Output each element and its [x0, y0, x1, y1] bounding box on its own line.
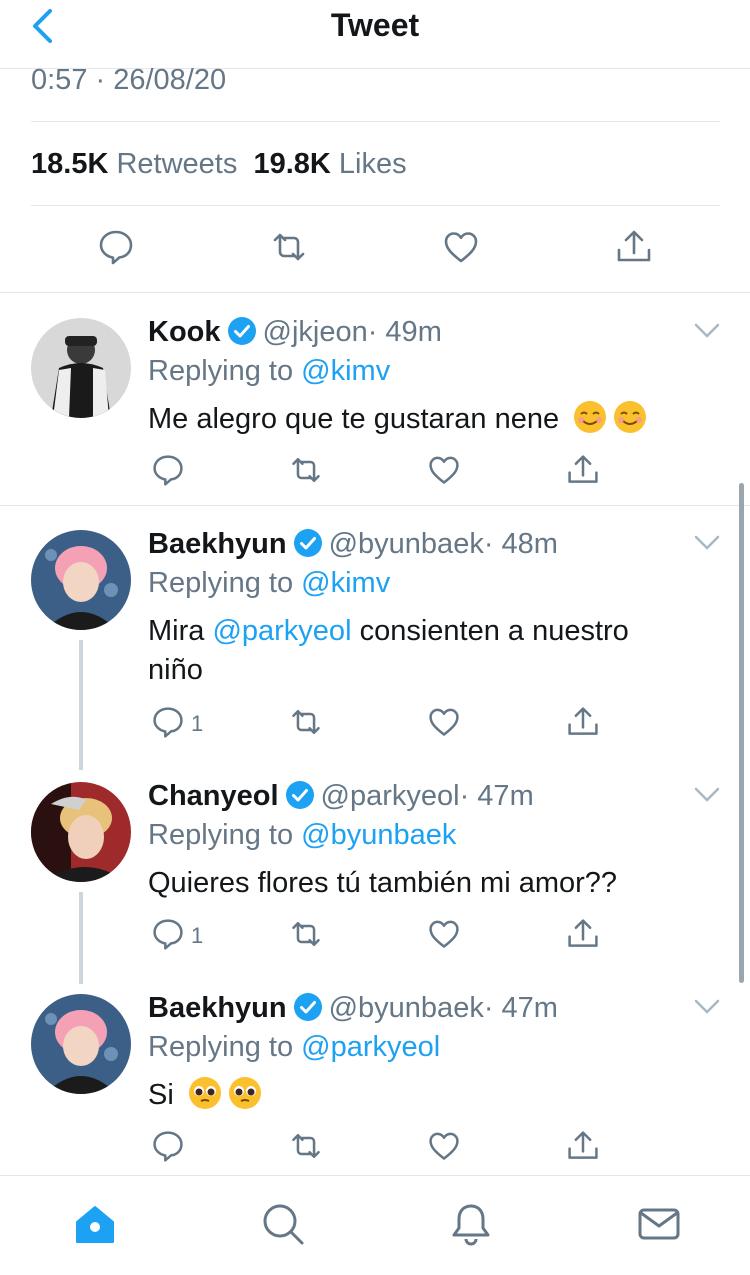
share-icon[interactable]	[566, 917, 600, 951]
replying-to: Replying to @parkyeol	[148, 1029, 440, 1065]
reply-icon[interactable]	[151, 917, 185, 951]
tweet-timestamp: 0:57 · 26/08/20	[31, 64, 227, 96]
reply-text: Mira @parkyeol consienten a nuestro niño	[148, 612, 678, 690]
retweet-icon[interactable]	[289, 705, 323, 739]
retweet-icon[interactable]	[289, 1129, 323, 1163]
verified-badge-icon	[293, 993, 322, 1021]
reply-text: Si	[148, 1076, 708, 1115]
reply-time: · 47m	[459, 780, 534, 812]
mention-link[interactable]: @kimv	[301, 567, 390, 599]
reply-icon[interactable]	[97, 228, 135, 266]
retweet-icon[interactable]	[289, 917, 323, 951]
chevron-down-icon[interactable]	[694, 787, 720, 803]
reply-header: Kook @jkjeon· 49m	[148, 314, 442, 350]
reply-header: Baekhyun @byunbaek· 48m	[148, 526, 558, 562]
messages-icon[interactable]	[637, 1202, 681, 1246]
replying-prefix: Replying to	[148, 355, 294, 387]
reply-icon[interactable]	[151, 453, 185, 487]
retweets-label[interactable]: Retweets	[116, 148, 237, 180]
reply-time: · 48m	[483, 528, 558, 560]
share-icon[interactable]	[566, 1129, 600, 1163]
avatar[interactable]	[31, 782, 131, 882]
home-icon[interactable]	[73, 1202, 117, 1246]
replying-prefix: Replying to	[148, 1031, 294, 1063]
likes-label[interactable]: Likes	[339, 148, 407, 180]
chevron-down-icon[interactable]	[694, 999, 720, 1015]
reply-text: Quieres flores tú también mi amor??	[148, 867, 618, 899]
display-name[interactable]: Kook	[148, 316, 221, 348]
bottom-tab-bar	[0, 1175, 750, 1275]
like-icon[interactable]	[427, 1129, 461, 1163]
pleading-face-emoji-icon	[188, 1077, 221, 1109]
mention-link[interactable]: @parkyeol	[212, 615, 351, 647]
like-icon[interactable]	[427, 917, 461, 951]
replying-to: Replying to @kimv	[148, 353, 390, 389]
display-name[interactable]: Baekhyun	[148, 528, 287, 560]
reply-text-content: Mira	[148, 615, 213, 647]
chevron-down-icon[interactable]	[694, 535, 720, 551]
mention-link[interactable]: @byunbaek	[301, 819, 456, 851]
thread-line	[79, 892, 83, 984]
replying-to: Replying to @byunbaek	[148, 817, 456, 853]
retweet-count[interactable]: 18.5K	[31, 148, 108, 180]
page-title: Tweet	[330, 7, 420, 43]
notifications-icon[interactable]	[449, 1202, 493, 1246]
divider	[0, 292, 750, 293]
verified-badge-icon	[293, 529, 322, 557]
like-count[interactable]: 19.8K	[253, 148, 330, 180]
mention-link[interactable]: @kimv	[301, 355, 390, 387]
verified-badge-icon	[285, 781, 314, 809]
like-icon[interactable]	[442, 228, 480, 266]
handle[interactable]: @byunbaek	[329, 992, 484, 1024]
reply-text-content: Me alegro que te gustaran nene	[148, 403, 560, 435]
reply-icon[interactable]	[151, 1129, 185, 1163]
avatar[interactable]	[31, 530, 131, 630]
mention-link[interactable]: @parkyeol	[301, 1031, 440, 1063]
reply-text-content: Si	[148, 1079, 174, 1111]
divider	[0, 505, 750, 506]
verified-badge-icon	[227, 317, 256, 345]
share-icon[interactable]	[615, 228, 653, 266]
scrollbar[interactable]	[739, 483, 744, 983]
like-icon[interactable]	[427, 453, 461, 487]
replying-to: Replying to @kimv	[148, 565, 390, 601]
reply-time: · 49m	[367, 316, 442, 348]
tweet-stats: 18.5K Retweets 19.8K Likes	[31, 146, 407, 182]
search-icon[interactable]	[261, 1202, 305, 1246]
pleading-face-emoji-icon	[228, 1077, 261, 1109]
reply-header: Chanyeol @parkyeol· 47m	[148, 778, 534, 814]
share-icon[interactable]	[566, 705, 600, 739]
avatar[interactable]	[31, 994, 131, 1094]
reply-header: Baekhyun @byunbaek· 47m	[148, 990, 558, 1026]
reply-text: Me alegro que te gustaran nene	[148, 400, 708, 439]
divider	[31, 121, 720, 122]
reply-count: 1	[191, 923, 204, 948]
smiling-face-emoji-icon	[574, 401, 607, 433]
divider	[31, 205, 720, 206]
handle[interactable]: @parkyeol	[321, 780, 460, 812]
retweet-icon[interactable]	[270, 228, 308, 266]
chevron-down-icon[interactable]	[694, 323, 720, 339]
replying-prefix: Replying to	[148, 567, 294, 599]
replying-prefix: Replying to	[148, 819, 294, 851]
thread-line	[79, 640, 83, 770]
smiling-face-emoji-icon	[614, 401, 647, 433]
retweet-icon[interactable]	[289, 453, 323, 487]
share-icon[interactable]	[566, 453, 600, 487]
avatar[interactable]	[31, 318, 131, 418]
like-icon[interactable]	[427, 705, 461, 739]
handle[interactable]: @byunbaek	[329, 528, 484, 560]
reply-icon[interactable]	[151, 705, 185, 739]
reply-count: 1	[191, 711, 204, 736]
handle[interactable]: @jkjeon	[263, 316, 368, 348]
display-name[interactable]: Chanyeol	[148, 780, 279, 812]
display-name[interactable]: Baekhyun	[148, 992, 287, 1024]
reply-time: · 47m	[483, 992, 558, 1024]
